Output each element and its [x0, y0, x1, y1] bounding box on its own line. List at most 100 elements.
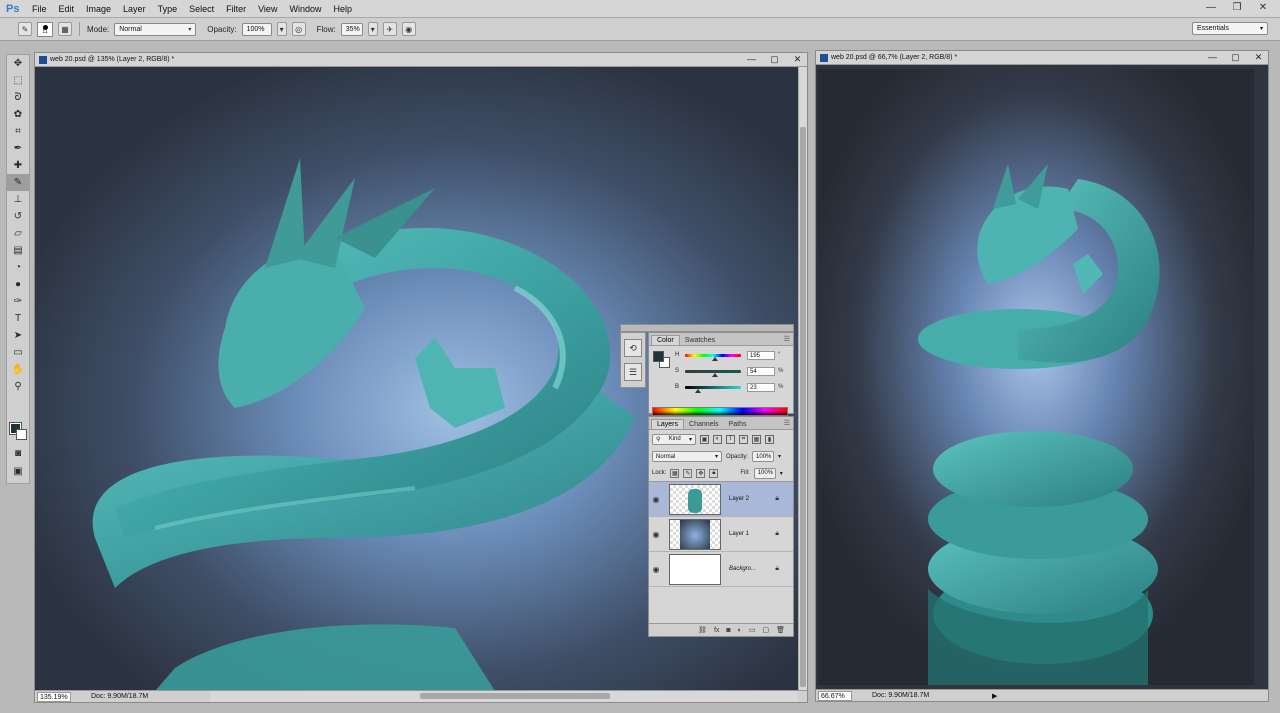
pixel-filter-icon[interactable]: ▣	[700, 434, 709, 444]
menu-view[interactable]: View	[252, 4, 283, 14]
menu-help[interactable]: Help	[327, 4, 358, 14]
flow-input[interactable]: 35%	[340, 22, 363, 36]
menu-window[interactable]: Window	[283, 4, 327, 14]
hue-value[interactable]: 195	[747, 350, 775, 360]
mode-select[interactable]: Normal ▾	[114, 22, 197, 36]
add-mask-icon[interactable]: ◙	[726, 627, 730, 634]
minimize-icon[interactable]: —	[1207, 52, 1218, 63]
hue-track[interactable]	[685, 353, 741, 361]
opacity-input[interactable]: 100%	[241, 22, 272, 36]
maximize-icon[interactable]: ▢	[1230, 52, 1241, 63]
tab-paths[interactable]: Paths	[724, 420, 752, 429]
opacity-dropdown-icon[interactable]: ▾	[276, 22, 287, 36]
pen-tool-icon[interactable]: ✑	[7, 293, 29, 310]
hue-slider[interactable]: H 195 °	[675, 349, 791, 361]
background-color-swatch[interactable]	[16, 429, 27, 440]
brush-tool-icon[interactable]: ✎	[18, 22, 32, 36]
path-select-tool-icon[interactable]: ➤	[7, 327, 29, 344]
menu-layer[interactable]: Layer	[117, 4, 152, 14]
crop-tool-icon[interactable]: ⌗	[7, 123, 29, 140]
hue-knob[interactable]	[712, 356, 719, 361]
panel-drag-bar[interactable]	[620, 324, 794, 332]
color-spectrum-bar[interactable]	[652, 407, 788, 416]
brightness-track[interactable]	[685, 385, 741, 393]
pressure-size-icon[interactable]: ◉	[401, 22, 416, 36]
layer-style-fx-icon[interactable]: fx	[714, 627, 719, 634]
menu-type[interactable]: Type	[152, 4, 184, 14]
layer-name[interactable]: Layer 1	[729, 531, 749, 537]
eye-visibility-icon[interactable]: ◉	[649, 565, 663, 574]
menu-select[interactable]: Select	[183, 4, 220, 14]
tab-layers[interactable]: Layers	[651, 419, 685, 429]
adjustment-layer-icon[interactable]: ◐	[738, 627, 742, 634]
lock-all-icon[interactable]: 🔒︎	[709, 468, 719, 478]
close-icon[interactable]: ✕	[792, 54, 803, 65]
link-layers-icon[interactable]: ⛓	[698, 626, 707, 634]
layer-opacity-input[interactable]: 100%	[752, 451, 775, 462]
layer-name[interactable]: Layer 2	[729, 496, 749, 502]
close-icon[interactable]: ✕	[1253, 52, 1264, 63]
brush-tool-icon[interactable]: ✎	[7, 174, 29, 191]
menu-edit[interactable]: Edit	[53, 4, 81, 14]
eyedropper-tool-icon[interactable]: ✒	[7, 140, 29, 157]
layer-row-background[interactable]: ◉ Backgro... 🔒︎	[649, 552, 793, 587]
menu-image[interactable]: Image	[80, 4, 117, 14]
flow-dropdown-icon[interactable]: ▾	[367, 22, 378, 36]
restore-icon[interactable]: ❐	[1230, 1, 1244, 15]
gradient-tool-icon[interactable]: ▤	[7, 242, 29, 259]
brightness-value[interactable]: 23	[747, 382, 775, 392]
zoom-level[interactable]: 66.67%	[818, 690, 852, 701]
document-tab[interactable]: web 20.psd @ 66,7% (Layer 2, RGB/8) * — …	[816, 51, 1268, 65]
minimize-icon[interactable]: —	[746, 54, 757, 65]
smart-object-filter-icon[interactable]: ▦	[752, 434, 761, 444]
tab-swatches[interactable]: Swatches	[680, 336, 720, 345]
eye-visibility-icon[interactable]: ◉	[649, 530, 663, 539]
clone-stamp-tool-icon[interactable]: ⊥	[7, 191, 29, 208]
type-filter-icon[interactable]: T	[726, 434, 735, 444]
saturation-value[interactable]: 54	[747, 366, 775, 376]
panel-menu-icon[interactable]: ☰	[784, 335, 790, 343]
type-tool-icon[interactable]: T	[7, 310, 29, 327]
menu-filter[interactable]: Filter	[220, 4, 252, 14]
panel-menu-icon[interactable]: ☰	[784, 419, 790, 427]
chevron-down-icon[interactable]: ▾	[778, 453, 781, 460]
dodge-tool-icon[interactable]: ●	[7, 276, 29, 293]
history-panel-icon[interactable]: ⟲	[624, 339, 642, 357]
shape-filter-icon[interactable]: ⌗	[739, 434, 748, 444]
move-tool-icon[interactable]: ✥	[7, 55, 29, 72]
pressure-opacity-icon[interactable]: ◎	[291, 22, 306, 36]
shape-tool-icon[interactable]: ▭	[7, 344, 29, 361]
status-menu-arrow-icon[interactable]: ▶	[992, 692, 997, 700]
layer-row-layer-2[interactable]: ◉ Layer 2 🔒︎	[649, 482, 793, 517]
trash-icon[interactable]: 🗑︎	[776, 626, 785, 634]
vertical-scrollbar[interactable]	[798, 67, 807, 690]
brightness-slider[interactable]: B 23 %	[675, 381, 791, 393]
quick-mask-icon[interactable]: ◙	[7, 445, 29, 462]
maximize-icon[interactable]: ▢	[769, 54, 780, 65]
healing-tool-icon[interactable]: ✚	[7, 157, 29, 174]
layer-row-layer-1[interactable]: ◉ Layer 1 🔒︎	[649, 517, 793, 552]
properties-panel-icon[interactable]: ☰	[624, 363, 642, 381]
zoom-level[interactable]: 135.19%	[37, 691, 71, 702]
menu-file[interactable]: File	[26, 4, 53, 14]
horizontal-scroll-thumb[interactable]	[420, 693, 610, 699]
tab-channels[interactable]: Channels	[684, 420, 724, 429]
zoom-tool-icon[interactable]: ⚲	[7, 378, 29, 395]
saturation-slider[interactable]: S 54 %	[675, 365, 791, 377]
horizontal-scrollbar[interactable]	[210, 691, 798, 702]
canvas-overview[interactable]	[818, 69, 1254, 685]
adjustment-filter-icon[interactable]: ◐	[713, 434, 722, 444]
lasso-tool-icon[interactable]: ᘐ	[7, 89, 29, 106]
brush-panel-toggle-icon[interactable]: ▦	[58, 22, 72, 36]
screen-mode-icon[interactable]: ▣	[7, 463, 29, 480]
blend-mode-select[interactable]: Normal ▾	[652, 451, 722, 462]
saturation-track[interactable]	[685, 369, 741, 377]
airbrush-icon[interactable]: ✈	[382, 22, 397, 36]
quick-select-tool-icon[interactable]: ✿	[7, 106, 29, 123]
chevron-down-icon[interactable]: ▾	[780, 470, 783, 477]
hand-tool-icon[interactable]: ✋	[7, 361, 29, 378]
vertical-scroll-thumb[interactable]	[800, 127, 806, 687]
eraser-tool-icon[interactable]: ▱	[7, 225, 29, 242]
close-icon[interactable]: ✕	[1256, 1, 1270, 15]
marquee-tool-icon[interactable]: ⬚	[7, 72, 29, 89]
